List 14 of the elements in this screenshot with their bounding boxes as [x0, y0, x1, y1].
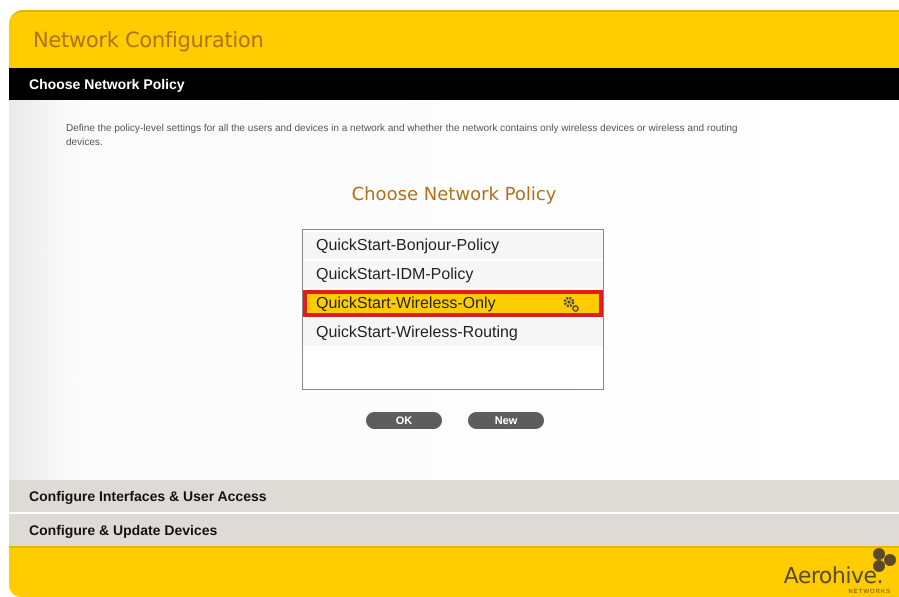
step-header[interactable]: Configure & Update Devices [9, 514, 899, 546]
policy-item[interactable]: QuickStart-Bonjour-Policy [303, 232, 603, 259]
brand-name: Aerohive. [784, 565, 883, 589]
picker-heading: Choose Network Policy [352, 184, 556, 205]
dialog-button[interactable]: OK [366, 412, 442, 429]
policy-item[interactable]: QuickStart-Wireless-Only [303, 290, 603, 317]
window-title: Network Configuration [33, 28, 264, 52]
policy-item[interactable]: QuickStart-Wireless-Routing [303, 319, 603, 346]
gears-icon[interactable] [563, 296, 579, 312]
step-header[interactable]: Configure Interfaces & User Access [9, 480, 899, 512]
section-header[interactable]: Choose Network Policy [9, 68, 899, 100]
dialog-button[interactable]: New [468, 412, 544, 429]
policy-item[interactable]: QuickStart-IDM-Policy [303, 261, 603, 288]
description-text: Define the policy-level settings for all the users and devices in a network and whether the network contains only wireless devices or wireless and routing devices. [65, 122, 738, 150]
